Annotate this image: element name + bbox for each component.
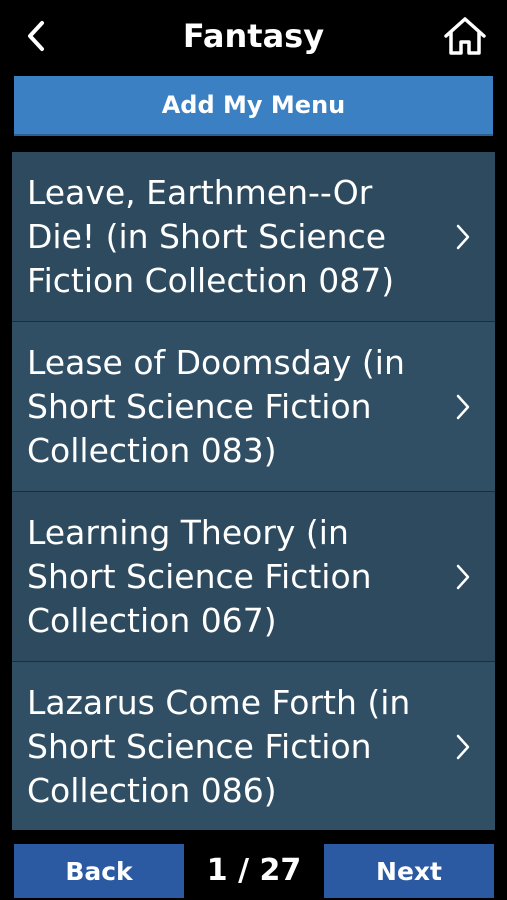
list-item-label: Lease of Doomsday (in Short Science Fict… [27, 342, 405, 470]
chevron-left-icon[interactable] [14, 14, 58, 58]
list-item[interactable]: Lease of Doomsday (in Short Science Fict… [12, 322, 495, 492]
next-button[interactable]: Next [324, 844, 494, 898]
pagination-bar: Back 1 / 27 Next [0, 842, 507, 900]
chevron-right-icon [456, 394, 470, 419]
page-indicator: 1 / 27 [206, 853, 302, 888]
list-item[interactable]: Learning Theory (in Short Science Fictio… [12, 492, 495, 662]
page-title: Fantasy [182, 17, 325, 55]
list-item[interactable]: Leave, Earthmen--Or Die! (in Short Scien… [12, 152, 495, 322]
home-icon[interactable] [441, 12, 489, 60]
app-header: Fantasy [0, 0, 507, 74]
list-item-label: Lazarus Come Forth (in Short Science Fic… [27, 682, 411, 810]
content-list: Leave, Earthmen--Or Die! (in Short Scien… [12, 152, 495, 830]
chevron-right-icon [456, 564, 470, 589]
list-item-label: Leave, Earthmen--Or Die! (in Short Scien… [27, 172, 395, 300]
list-item[interactable]: Lazarus Come Forth (in Short Science Fic… [12, 662, 495, 830]
list-item-label: Learning Theory (in Short Science Fictio… [27, 512, 372, 640]
chevron-right-icon [456, 734, 470, 759]
add-my-menu-button[interactable]: Add My Menu [14, 76, 493, 136]
back-button[interactable]: Back [14, 844, 184, 898]
chevron-right-icon [456, 224, 470, 249]
